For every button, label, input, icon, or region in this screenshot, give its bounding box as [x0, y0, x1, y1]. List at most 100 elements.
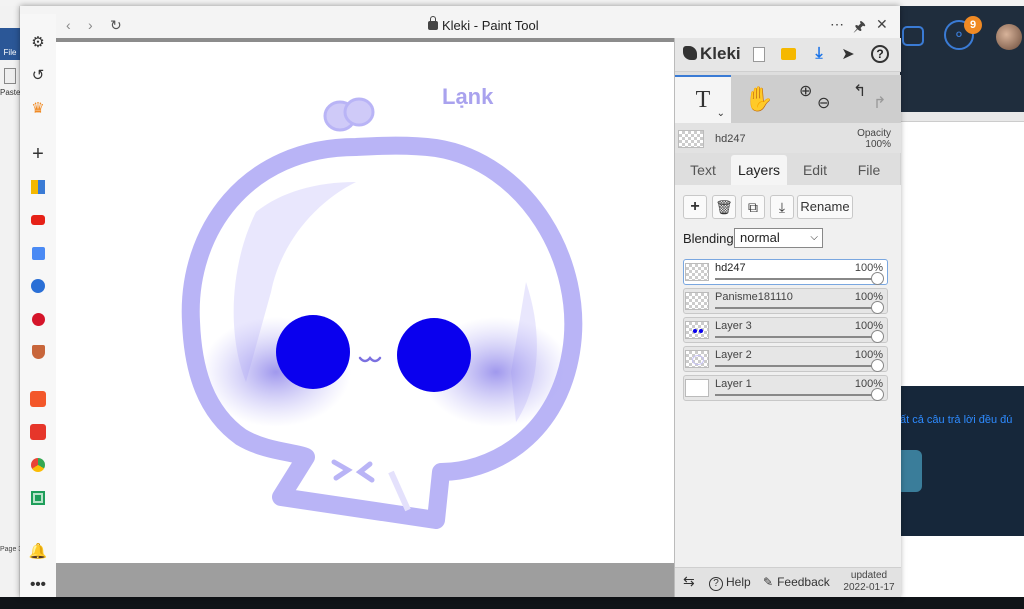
layer-opacity-slider[interactable] — [715, 336, 877, 338]
layer-name: Layer 1 — [715, 378, 752, 390]
canvas-area[interactable]: Lạnk — [56, 38, 674, 597]
download-icon[interactable]: ⤓ — [809, 44, 829, 64]
current-layer-thumbnail — [678, 130, 704, 148]
title-bar: ‹ › ↻ Kleki - Paint Tool ⋯ 🖈 ✕ — [56, 12, 900, 40]
youtube-icon[interactable] — [28, 210, 48, 230]
undo-icon[interactable]: ↰ — [853, 81, 866, 101]
feedback-button[interactable]: ✎ Feedback — [763, 575, 830, 589]
reload-icon[interactable]: ↻ — [110, 17, 122, 34]
translate-icon[interactable] — [28, 243, 48, 263]
layer-opacity-handle[interactable] — [871, 388, 884, 401]
close-icon[interactable]: ✕ — [876, 16, 888, 33]
text-tool-button[interactable]: T ⌄ — [675, 75, 731, 123]
tool-bar: T ⌄ ✋ ⊕ ⊖ ↰ ↱ — [675, 75, 901, 123]
kleki-logo[interactable]: Kleki — [683, 44, 741, 64]
duplicate-layer-button[interactable]: ⧉ — [741, 195, 765, 219]
pinterest-icon[interactable] — [28, 309, 48, 329]
layer-opacity-handle[interactable] — [871, 330, 884, 343]
layer-opacity-handle[interactable] — [871, 301, 884, 314]
updated-info: updated 2022-01-17 — [839, 570, 899, 594]
layer-opacity-slider[interactable] — [715, 307, 877, 309]
forward-icon[interactable]: › — [88, 17, 93, 33]
drawing-canvas[interactable]: Lạnk — [56, 42, 674, 563]
layer-opacity-handle[interactable] — [871, 272, 884, 285]
shield-app-icon[interactable] — [28, 342, 48, 362]
shopee-icon[interactable] — [28, 389, 48, 409]
zoom-in-icon[interactable]: ⊕ — [799, 81, 812, 101]
plus-icon: + — [690, 198, 700, 215]
current-layer-info: hd247 Opacity 100% — [675, 123, 901, 153]
tab-edit[interactable]: Edit — [787, 155, 843, 185]
share-icon[interactable]: ➤ — [838, 44, 858, 64]
text-tool-icon: T — [695, 86, 711, 113]
tiki-icon[interactable] — [28, 422, 48, 442]
delete-layer-button[interactable]: 🗑 — [712, 195, 736, 219]
zoom-buttons: ⊕ ⊖ — [787, 75, 843, 123]
tab-text[interactable]: Text — [675, 155, 731, 185]
layer-name: Panisme181110 — [715, 291, 793, 303]
zalo-icon[interactable] — [28, 276, 48, 296]
chat-icon[interactable] — [902, 26, 924, 46]
swap-icon[interactable]: ⇆ — [683, 573, 695, 590]
pin-icon[interactable]: 🖈 — [853, 16, 866, 40]
opacity-value: 100% — [865, 139, 891, 150]
skull-drawing — [181, 97, 583, 529]
layer-item-hd247[interactable]: hd247 100% — [683, 259, 888, 285]
avatar[interactable] — [996, 24, 1022, 50]
background-right-window: ⚬ 9 ất cả câu trả lời đều đú — [900, 6, 1024, 603]
open-folder-icon[interactable] — [778, 44, 798, 64]
tab-file[interactable]: File — [841, 155, 897, 185]
bell-icon[interactable]: 🔔 — [28, 541, 48, 561]
h-app-icon[interactable] — [28, 177, 48, 197]
settings-icon[interactable]: ⚙ — [28, 32, 48, 52]
background-button[interactable] — [900, 450, 922, 492]
back-icon[interactable]: ‹ — [66, 17, 71, 33]
sheets-icon[interactable] — [28, 488, 48, 508]
layer-thumbnail — [685, 379, 709, 397]
tab-layers[interactable]: Layers — [731, 155, 787, 185]
current-layer-name: hd247 — [715, 133, 746, 145]
opacity-label: Opacity — [857, 128, 891, 139]
layer-opacity-slider[interactable] — [715, 278, 877, 280]
layer-item-layer-3[interactable]: Layer 3 100% — [683, 317, 888, 343]
right-eye — [397, 318, 471, 392]
more-icon[interactable]: ••• — [28, 574, 48, 594]
new-file-icon[interactable] — [749, 44, 769, 64]
hand-tool-button[interactable]: ✋ — [731, 75, 787, 123]
blending-select[interactable]: normal ⌵ — [734, 228, 823, 248]
layer-item-panisme181110[interactable]: Panisme181110 100% — [683, 288, 888, 314]
layer-thumbnail — [685, 292, 709, 310]
crown-icon[interactable]: ♛ — [28, 98, 48, 118]
more-options-icon[interactable]: ⋯ — [830, 16, 844, 33]
add-icon[interactable]: + — [28, 143, 48, 165]
hand-icon: ✋ — [744, 85, 774, 113]
zoom-out-icon[interactable]: ⊖ — [817, 93, 830, 113]
help-button[interactable]: ? Help — [709, 575, 751, 591]
background-paste-button[interactable]: Paste — [0, 66, 20, 97]
background-file-tab[interactable]: File — [0, 28, 20, 60]
maps-icon[interactable] — [28, 455, 48, 475]
layer-name: Layer 2 — [715, 349, 752, 361]
undo-redo-buttons: ↰ ↱ — [843, 75, 899, 123]
layer-item-layer-2[interactable]: Layer 2 100% — [683, 346, 888, 372]
background-page-indicator: Page 3 — [0, 546, 20, 553]
opacity-indicator[interactable]: Opacity 100% — [857, 128, 891, 150]
redo-icon[interactable]: ↱ — [873, 93, 886, 113]
updated-label: updated — [850, 570, 888, 581]
layer-name: Layer 3 — [715, 320, 752, 332]
layer-opacity-slider[interactable] — [715, 394, 877, 396]
layer-opacity-slider[interactable] — [715, 365, 877, 367]
updated-date: 2022-01-17 — [843, 582, 895, 593]
chevron-down-icon[interactable]: ⌄ — [717, 108, 725, 119]
merge-layer-button[interactable]: ⤓ — [770, 195, 794, 219]
chevron-down-icon: ⌵ — [810, 232, 818, 243]
layer-thumbnail — [685, 350, 709, 368]
blending-label: Blending — [683, 231, 734, 246]
add-layer-button[interactable]: + — [683, 195, 707, 219]
rename-layer-button[interactable]: Rename — [797, 195, 853, 219]
layer-item-layer-1[interactable]: Layer 1 100% — [683, 375, 888, 401]
help-circle-icon[interactable]: ? — [870, 44, 890, 64]
background-answer-text: ất cả câu trả lời đều đú — [900, 414, 1013, 426]
layer-opacity-handle[interactable] — [871, 359, 884, 372]
history-icon[interactable]: ↺ — [28, 65, 48, 85]
